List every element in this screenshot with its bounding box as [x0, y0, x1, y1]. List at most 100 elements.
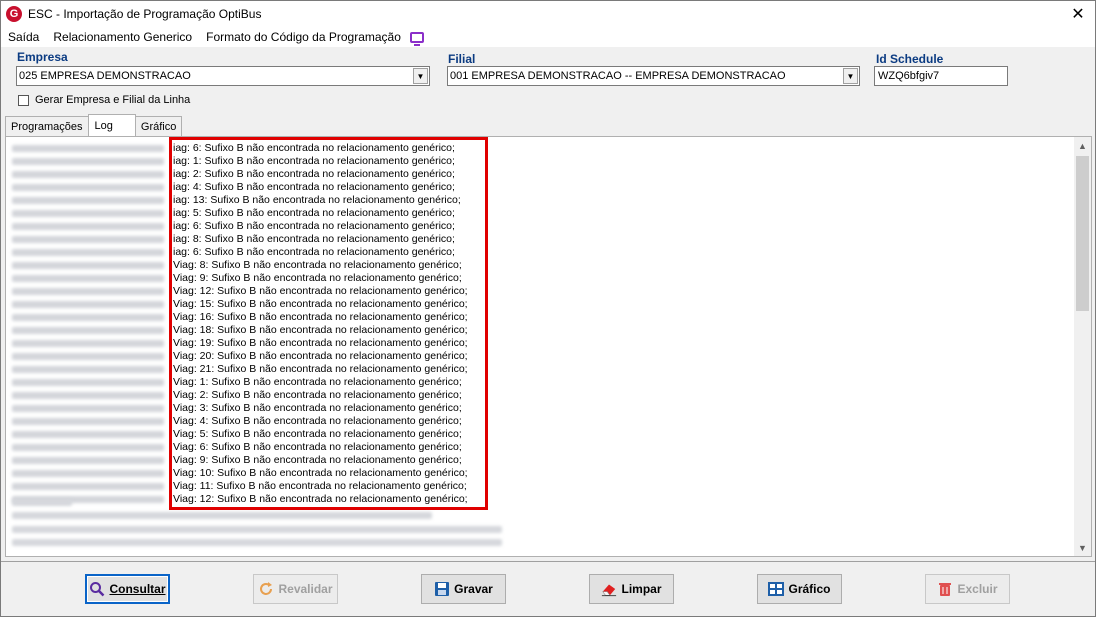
redacted-text	[12, 223, 164, 230]
scroll-thumb[interactable]	[1076, 156, 1089, 311]
menu-saida[interactable]: Saída	[1, 30, 46, 44]
redacted-text	[12, 327, 164, 334]
log-line: Viag: 10: Sufixo B não encontrada no rel…	[6, 467, 1066, 480]
tab-programacoes[interactable]: Programações	[5, 116, 89, 136]
log-line: Viag: 16: Sufixo B não encontrada no rel…	[6, 311, 1066, 324]
gerar-empresa-filial-option[interactable]: Gerar Empresa e Filial da Linha	[18, 94, 190, 106]
log-line-text: iag: 6: Sufixo B não encontrada no relac…	[173, 246, 455, 258]
log-line: Viag: 18: Sufixo B não encontrada no rel…	[6, 324, 1066, 337]
log-line-text: Viag: 21: Sufixo B não encontrada no rel…	[173, 363, 468, 375]
log-line-text: Viag: 1: Sufixo B não encontrada no rela…	[173, 376, 462, 388]
menu-formato-codigo[interactable]: Formato do Código da Programação	[199, 30, 408, 44]
consultar-label: Consultar	[109, 582, 166, 596]
redacted-text	[12, 483, 164, 490]
log-line-text: Viag: 11: Sufixo B não encontrada no rel…	[173, 480, 467, 492]
redacted-text	[12, 379, 164, 386]
redacted-text	[12, 366, 164, 373]
log-line-text: Viag: 12: Sufixo B não encontrada no rel…	[173, 493, 468, 505]
main-window: G ESC - Importação de Programação OptiBu…	[0, 0, 1096, 617]
gerar-empresa-filial-checkbox[interactable]	[18, 94, 29, 106]
grafico-button[interactable]: Gráfico	[757, 574, 842, 604]
filial-label: Filial	[448, 52, 476, 66]
redacted-text	[12, 512, 432, 519]
tab-log[interactable]: Log	[87, 114, 136, 136]
redacted-text	[12, 275, 164, 282]
log-line-text: iag: 6: Sufixo B não encontrada no relac…	[173, 142, 455, 154]
log-line-text: Viag: 10: Sufixo B não encontrada no rel…	[173, 467, 468, 479]
id-schedule-input[interactable]: WZQ6bfgiv7	[874, 66, 1008, 86]
log-line-text: iag: 2: Sufixo B não encontrada no relac…	[173, 168, 455, 180]
log-memo[interactable]: iag: 6: Sufixo B não encontrada no relac…	[5, 136, 1092, 557]
redacted-text	[12, 392, 164, 399]
log-line: Viag: 1: Sufixo B não encontrada no rela…	[6, 376, 1066, 389]
id-schedule-label: Id Schedule	[876, 52, 944, 66]
filial-value: 001 EMPRESA DEMONSTRACAO -- EMPRESA DEMO…	[450, 70, 786, 82]
log-line: Viag: 3: Sufixo B não encontrada no rela…	[6, 402, 1066, 415]
log-line: Viag: 12: Sufixo B não encontrada no rel…	[6, 493, 1066, 506]
title-bar: G ESC - Importação de Programação OptiBu…	[1, 1, 1095, 27]
app-logo-icon: G	[6, 6, 22, 22]
menu-relacionamento-generico[interactable]: Relacionamento Generico	[46, 30, 199, 44]
vertical-scrollbar[interactable]: ▲ ▼	[1074, 137, 1091, 556]
log-line-text: Viag: 3: Sufixo B não encontrada no rela…	[173, 402, 462, 414]
redacted-text	[12, 145, 164, 152]
log-line: Viag: 11: Sufixo B não encontrada no rel…	[6, 480, 1066, 493]
tab-grafico[interactable]: Gráfico	[134, 116, 183, 136]
redacted-text	[12, 301, 164, 308]
log-line: Viag: 9: Sufixo B não encontrada no rela…	[6, 454, 1066, 467]
redacted-text	[12, 171, 164, 178]
log-line: Viag: 21: Sufixo B não encontrada no rel…	[6, 363, 1066, 376]
excluir-button[interactable]: Excluir	[925, 574, 1010, 604]
filial-select[interactable]: 001 EMPRESA DEMONSTRACAO -- EMPRESA DEMO…	[447, 66, 860, 86]
log-lines: iag: 6: Sufixo B não encontrada no relac…	[6, 142, 1066, 506]
limpar-button[interactable]: Limpar	[589, 574, 674, 604]
log-line: iag: 2: Sufixo B não encontrada no relac…	[6, 168, 1066, 181]
log-line: Viag: 4: Sufixo B não encontrada no rela…	[6, 415, 1066, 428]
empresa-value: 025 EMPRESA DEMONSTRACAO	[19, 70, 191, 82]
log-line-text: Viag: 18: Sufixo B não encontrada no rel…	[173, 324, 468, 336]
log-line-text: iag: 8: Sufixo B não encontrada no relac…	[173, 233, 455, 245]
empresa-label: Empresa	[17, 50, 68, 64]
log-line-text: Viag: 16: Sufixo B não encontrada no rel…	[173, 311, 468, 323]
log-line-text: Viag: 5: Sufixo B não encontrada no rela…	[173, 428, 462, 440]
grafico-label: Gráfico	[788, 582, 831, 596]
log-line: Viag: 19: Sufixo B não encontrada no rel…	[6, 337, 1066, 350]
menu-bar: Saída Relacionamento Generico Formato do…	[1, 27, 1095, 47]
redacted-text	[12, 405, 164, 412]
redacted-text	[12, 539, 502, 546]
empresa-select[interactable]: 025 EMPRESA DEMONSTRACAO ▼	[16, 66, 430, 86]
redacted-text	[12, 431, 164, 438]
redacted-text	[12, 210, 164, 217]
log-line: iag: 5: Sufixo B não encontrada no relac…	[6, 207, 1066, 220]
chevron-down-icon[interactable]: ▼	[413, 68, 428, 84]
redacted-text	[12, 288, 164, 295]
log-line: iag: 6: Sufixo B não encontrada no relac…	[6, 142, 1066, 155]
chevron-down-icon[interactable]: ▼	[843, 68, 858, 84]
search-icon	[89, 581, 105, 597]
log-line-text: Viag: 15: Sufixo B não encontrada no rel…	[173, 298, 468, 310]
log-line: iag: 6: Sufixo B não encontrada no relac…	[6, 220, 1066, 233]
redacted-text	[12, 314, 164, 321]
trash-icon	[937, 581, 953, 597]
redacted-text	[12, 470, 164, 477]
log-line-text: Viag: 12: Sufixo B não encontrada no rel…	[173, 285, 468, 297]
revalidar-label: Revalidar	[278, 582, 333, 596]
log-line: Viag: 8: Sufixo B não encontrada no rela…	[6, 259, 1066, 272]
close-button[interactable]: ✕	[1061, 1, 1095, 27]
eraser-icon	[601, 581, 617, 597]
monitor-icon[interactable]	[409, 31, 424, 46]
gerar-empresa-filial-label: Gerar Empresa e Filial da Linha	[35, 94, 191, 106]
log-line-text: iag: 1: Sufixo B não encontrada no relac…	[173, 155, 455, 167]
redacted-text	[12, 249, 164, 256]
redacted-text	[12, 526, 502, 533]
log-line-text: Viag: 8: Sufixo B não encontrada no rela…	[173, 259, 462, 271]
redacted-text	[12, 184, 164, 191]
log-line: iag: 1: Sufixo B não encontrada no relac…	[6, 155, 1066, 168]
scroll-down-icon[interactable]: ▼	[1074, 539, 1091, 556]
revalidar-button[interactable]: Revalidar	[253, 574, 338, 604]
gravar-button[interactable]: Gravar	[421, 574, 506, 604]
consultar-button[interactable]: Consultar	[85, 574, 170, 604]
window-title: ESC - Importação de Programação OptiBus	[28, 7, 262, 21]
scroll-up-icon[interactable]: ▲	[1074, 137, 1091, 154]
log-line-text: Viag: 6: Sufixo B não encontrada no rela…	[173, 441, 462, 453]
